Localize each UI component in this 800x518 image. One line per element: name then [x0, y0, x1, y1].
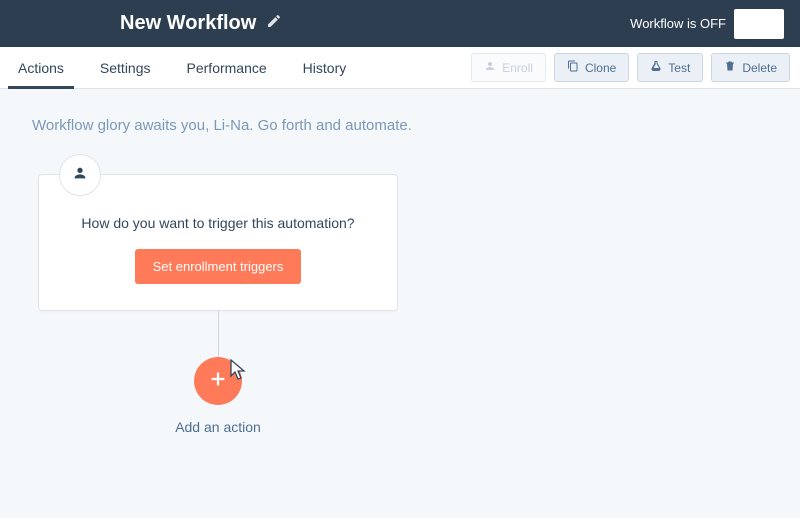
workflow-title: New Workflow	[120, 12, 256, 35]
delete-icon	[724, 60, 736, 75]
workflow-canvas: Workflow glory awaits you, Li-Na. Go for…	[0, 89, 800, 518]
person-icon	[72, 165, 88, 186]
contact-badge	[59, 154, 101, 196]
clone-button[interactable]: Clone	[554, 53, 629, 82]
enroll-button: Enroll	[471, 53, 546, 82]
clone-icon	[567, 60, 579, 75]
trigger-card: How do you want to trigger this automati…	[38, 174, 398, 311]
title-wrap: New Workflow	[120, 12, 282, 35]
tab-performance[interactable]: Performance	[169, 47, 285, 88]
nav-row: Actions Settings Performance History Enr…	[0, 47, 800, 89]
tab-actions[interactable]: Actions	[0, 47, 82, 88]
tab-settings[interactable]: Settings	[82, 47, 169, 88]
welcome-text: Workflow glory awaits you, Li-Na. Go for…	[32, 117, 768, 134]
nav-actions: Enroll Clone Test Delete	[471, 53, 790, 82]
tab-performance-label: Performance	[187, 60, 267, 76]
enroll-label: Enroll	[502, 61, 533, 75]
delete-button[interactable]: Delete	[711, 53, 790, 82]
add-action-label: Add an action	[175, 419, 261, 435]
top-bar: New Workflow Workflow is OFF	[0, 0, 800, 47]
tabs: Actions Settings Performance History	[0, 47, 364, 88]
workflow-toggle[interactable]	[734, 9, 784, 39]
set-enrollment-triggers-button[interactable]: Set enrollment triggers	[135, 249, 302, 284]
test-button[interactable]: Test	[637, 53, 703, 82]
enroll-icon	[484, 60, 496, 75]
delete-label: Delete	[742, 61, 777, 75]
tab-history[interactable]: History	[285, 47, 365, 88]
add-action-button[interactable]	[194, 357, 242, 405]
flow-column: How do you want to trigger this automati…	[38, 174, 398, 435]
clone-label: Clone	[585, 61, 616, 75]
trigger-question: How do you want to trigger this automati…	[59, 215, 377, 231]
tab-actions-label: Actions	[18, 60, 64, 76]
tab-settings-label: Settings	[100, 60, 151, 76]
test-icon	[650, 60, 662, 75]
tab-history-label: History	[303, 60, 347, 76]
plus-icon	[207, 368, 229, 395]
test-label: Test	[668, 61, 690, 75]
status-wrap: Workflow is OFF	[630, 9, 784, 39]
edit-title-icon[interactable]	[266, 13, 282, 34]
connector-line	[218, 311, 219, 357]
workflow-status-text: Workflow is OFF	[630, 16, 726, 31]
